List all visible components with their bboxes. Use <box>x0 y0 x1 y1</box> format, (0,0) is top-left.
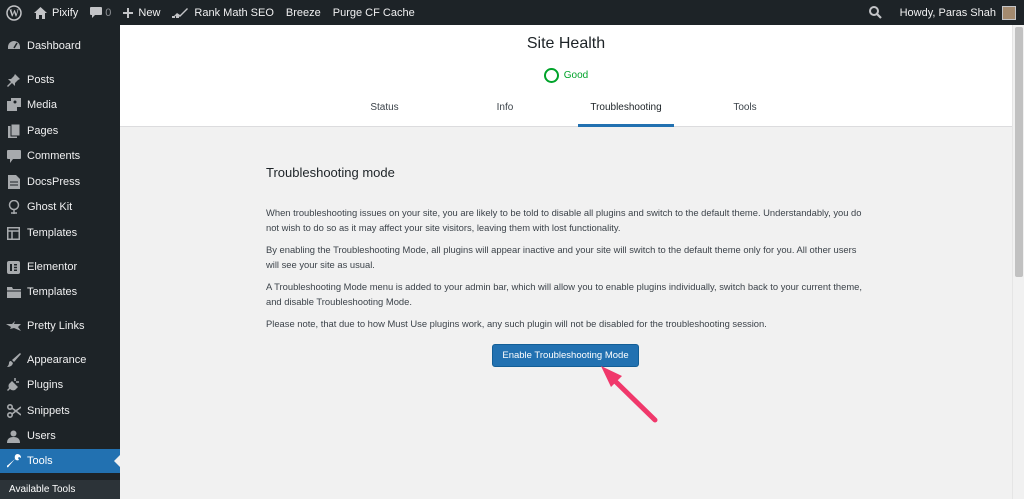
ghost-icon <box>0 200 27 214</box>
tab-info[interactable]: Info <box>475 101 535 127</box>
wrench-icon <box>0 454 27 468</box>
sidebar-item-label: Users <box>27 430 56 442</box>
troubleshooting-section: Troubleshooting mode When troubleshootin… <box>266 160 866 338</box>
new-content-link[interactable]: New <box>117 0 166 25</box>
section-heading: Troubleshooting mode <box>266 165 395 180</box>
sidebar-item-dashboard[interactable]: Dashboard <box>0 34 120 58</box>
tab-status[interactable]: Status <box>353 101 416 127</box>
rank-math-icon <box>172 7 189 18</box>
sidebar-item-elementor[interactable]: Elementor <box>0 255 120 279</box>
new-label: New <box>138 6 161 19</box>
rank-math-label: Rank Math SEO <box>194 6 274 19</box>
star-icon <box>0 321 27 331</box>
sidebar-item-pages[interactable]: Pages <box>0 119 120 143</box>
account-menu[interactable]: Howdy, Paras Shah <box>894 0 1024 25</box>
submenu-item-label: Available Tools <box>9 484 76 495</box>
rank-math-link[interactable]: Rank Math SEO <box>166 0 279 25</box>
sidebar-item-label: Templates <box>27 286 78 298</box>
health-status: Good <box>120 68 1012 83</box>
sidebar-item-label: Appearance <box>27 354 87 366</box>
sidebar-item-label: Comments <box>27 150 81 162</box>
pages-icon <box>0 124 27 138</box>
media-icon <box>0 98 27 112</box>
plus-icon <box>123 7 134 18</box>
avatar <box>1002 5 1016 20</box>
sidebar-item-media[interactable]: Media <box>0 93 120 117</box>
tab-troubleshooting[interactable]: Troubleshooting <box>578 101 674 127</box>
sidebar-item-label: Media <box>27 99 57 111</box>
sidebar-item-templates[interactable]: Templates <box>0 221 120 245</box>
sidebar-item-posts[interactable]: Posts <box>0 68 120 92</box>
purge-cache-link[interactable]: Purge CF Cache <box>327 0 421 25</box>
dashboard-icon <box>0 39 27 53</box>
page-title: Site Health <box>526 35 606 52</box>
sidebar-item-snippets[interactable]: Snippets <box>0 399 120 423</box>
sidebar-item-appearance[interactable]: Appearance <box>0 348 120 372</box>
svg-text:W: W <box>9 8 19 19</box>
sidebar-item-tools[interactable]: Tools <box>0 449 120 473</box>
template-icon <box>0 226 27 240</box>
status-circle-icon <box>543 68 559 83</box>
admin-bar: W Pixify 0 New Rank Math SEO Breeze Purg… <box>0 0 1024 25</box>
wordpress-logo-icon[interactable]: W <box>0 0 28 25</box>
sidebar-item-label: Posts <box>27 74 55 86</box>
comments-link[interactable]: 0 <box>84 0 117 25</box>
users-icon <box>0 430 27 443</box>
sidebar-item-ghost-kit[interactable]: Ghost Kit <box>0 195 120 219</box>
tab-label: Troubleshooting <box>590 102 662 113</box>
greeting: Howdy, Paras Shah <box>899 6 996 19</box>
sidebar-item-elementor-templates[interactable]: Templates <box>0 280 120 304</box>
search-icon[interactable] <box>857 0 894 25</box>
breeze-link[interactable]: Breeze <box>280 0 327 25</box>
tab-label: Status <box>370 102 399 113</box>
sidebar-item-docspress[interactable]: DocsPress <box>0 170 120 194</box>
paragraph-intro: When troubleshooting issues on your site… <box>266 207 862 233</box>
sidebar-item-label: Plugins <box>27 379 64 391</box>
pin-icon <box>0 73 27 87</box>
sidebar-item-label: Dashboard <box>27 40 81 52</box>
sidebar-item-label: Pages <box>27 125 59 137</box>
sidebar-item-plugins[interactable]: Plugins <box>0 373 120 397</box>
page-scrollbar[interactable] <box>1012 25 1024 499</box>
paragraph-menu: A Troubleshooting Mode menu is added to … <box>266 281 862 307</box>
sidebar-item-label: Templates <box>27 227 78 239</box>
tab-tools[interactable]: Tools <box>715 101 775 127</box>
elementor-icon <box>0 260 27 274</box>
annotation-arrow-icon <box>601 366 658 423</box>
sidebar-item-label: Ghost Kit <box>27 201 73 213</box>
purge-cache-label: Purge CF Cache <box>332 6 415 19</box>
tab-label: Info <box>496 102 514 113</box>
sidebar-item-label: Tools <box>27 455 53 467</box>
site-health-header: Site Health Good Status Info Troubleshoo… <box>120 25 1012 127</box>
site-name: Pixify <box>52 6 79 19</box>
breeze-label: Breeze <box>285 6 321 19</box>
sidebar-item-users[interactable]: Users <box>0 424 120 448</box>
sidebar-item-label: Pretty Links <box>27 320 85 332</box>
comment-icon <box>0 149 27 163</box>
plugin-icon <box>0 378 27 392</box>
folder-icon <box>0 286 27 298</box>
comments-count: 0 <box>105 6 112 19</box>
paragraph-enabling: By enabling the Troubleshooting Mode, al… <box>266 244 857 270</box>
brush-icon <box>0 353 27 367</box>
site-name-link[interactable]: Pixify <box>28 0 84 25</box>
paragraph-note: Please note, that due to how Must Use pl… <box>266 318 767 329</box>
tab-label: Tools <box>733 102 757 113</box>
comment-bubble-icon <box>90 7 103 18</box>
sidebar-item-comments[interactable]: Comments <box>0 144 120 168</box>
sidebar-item-label: Snippets <box>27 405 70 417</box>
sidebar-item-pretty-links[interactable]: Pretty Links <box>0 314 120 338</box>
scrollbar-thumb[interactable] <box>1015 27 1023 277</box>
document-icon <box>0 175 27 189</box>
home-icon <box>34 6 47 19</box>
admin-sidebar: Dashboard Posts Media Pages Comments Doc… <box>0 25 120 499</box>
sidebar-item-label: Elementor <box>27 261 78 273</box>
scissors-icon <box>0 404 27 418</box>
sidebar-item-label: DocsPress <box>27 176 81 188</box>
status-label: Good <box>563 70 589 81</box>
submenu-item-available-tools[interactable]: Available Tools <box>0 480 120 499</box>
